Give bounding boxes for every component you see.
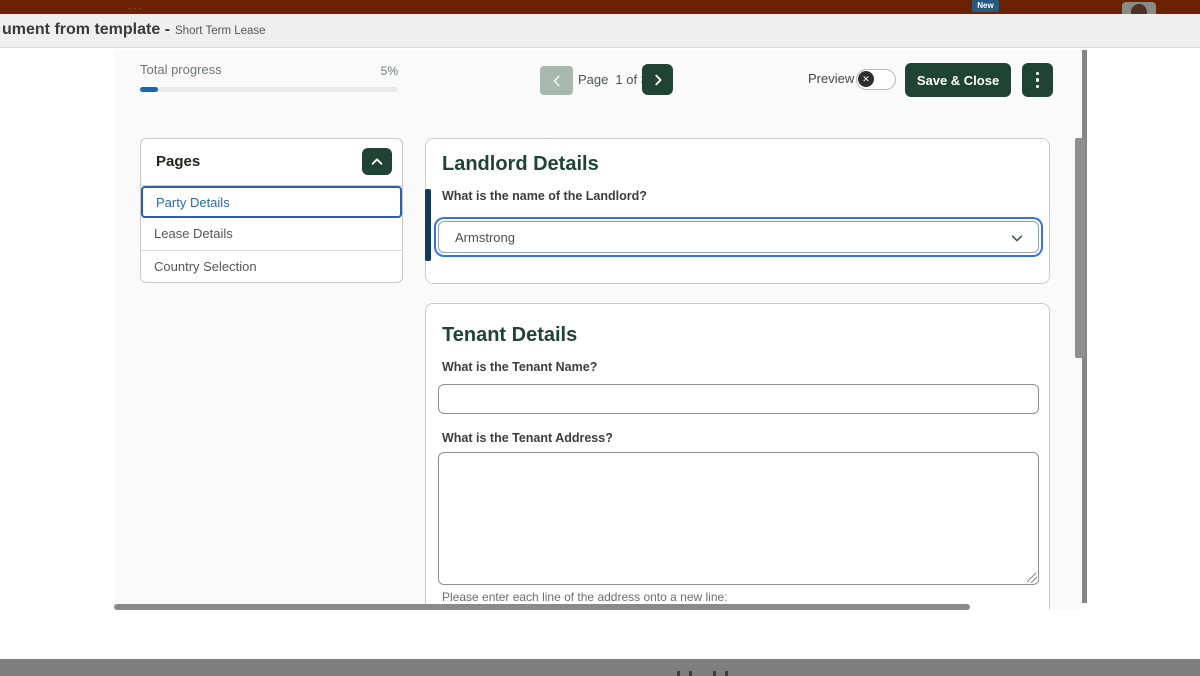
clipped-text-fragment <box>713 671 716 676</box>
pages-item-lease-details[interactable]: Lease Details <box>141 218 402 250</box>
tenant-address-question: What is the Tenant Address? <box>442 431 613 445</box>
progress-value: 5% <box>345 64 398 78</box>
kebab-dot <box>1036 72 1040 76</box>
preview-label: Preview <box>808 71 854 86</box>
save-close-label: Save & Close <box>917 73 999 88</box>
pages-item-country-selection[interactable]: Country Selection <box>141 251 402 283</box>
landlord-name-select[interactable]: Armstrong <box>438 221 1039 253</box>
progress-bar-fill <box>140 87 158 92</box>
kebab-dot <box>1036 78 1040 82</box>
page-indicator-label: Page <box>578 72 608 87</box>
avatar[interactable] <box>1122 2 1156 14</box>
pages-title: Pages <box>156 153 200 170</box>
chevron-left-icon <box>550 74 564 88</box>
chevron-down-icon <box>1010 231 1024 245</box>
vertical-scrollbar-thumb[interactable] <box>1075 138 1085 358</box>
avatar-image <box>1131 4 1147 14</box>
clipped-text-fragment <box>689 671 692 676</box>
active-question-indicator <box>425 189 431 261</box>
previous-page-button[interactable] <box>540 66 573 95</box>
tenant-address-textarea[interactable] <box>438 452 1039 585</box>
landlord-name-question: What is the name of the Landlord? <box>442 189 647 203</box>
preview-toggle[interactable]: ✕ <box>856 69 896 90</box>
new-badge: New <box>972 0 999 12</box>
bottom-band <box>0 659 1200 676</box>
browser-top-bar: ··· New <box>0 0 1200 14</box>
kebab-dot <box>1036 85 1040 89</box>
tenant-name-question: What is the Tenant Name? <box>442 360 597 374</box>
clipped-text-fragment <box>677 671 680 676</box>
landlord-details-section: Landlord Details What is the name of the… <box>425 138 1050 284</box>
collapse-pages-button[interactable] <box>362 148 392 175</box>
more-options-button[interactable] <box>1022 63 1053 97</box>
resize-handle-icon[interactable] <box>1027 573 1037 583</box>
tenant-details-section: Tenant Details What is the Tenant Name? … <box>425 303 1050 610</box>
page-title-main: ument from template - <box>2 21 170 38</box>
chevron-up-icon <box>370 155 384 169</box>
pages-item-party-details[interactable]: Party Details <box>141 186 402 218</box>
tenant-heading: Tenant Details <box>442 324 577 347</box>
progress-bar <box>140 87 398 92</box>
page-title-sub: Short Term Lease <box>175 25 266 37</box>
next-page-button[interactable] <box>642 64 673 95</box>
document-title-bar: ument from template - Short Term Lease <box>0 14 1200 48</box>
landlord-heading: Landlord Details <box>442 153 599 176</box>
page-indicator: Page1 of 3 <box>578 72 648 87</box>
landlord-name-select-value: Armstrong <box>455 230 515 245</box>
tenant-address-hint: Please enter each line of the address on… <box>442 590 728 604</box>
overflow-dots-icon: ··· <box>128 6 144 12</box>
save-close-button[interactable]: Save & Close <box>905 63 1011 97</box>
toggle-off-icon: ✕ <box>858 71 874 87</box>
progress-label: Total progress <box>140 62 222 77</box>
clipped-text-fragment <box>725 671 728 676</box>
pages-navigator: Pages Party Details Lease Details Countr… <box>140 138 403 283</box>
questionnaire-panel: Total progress 5% Page1 of 3 Preview ✕ S… <box>115 50 1082 610</box>
page-title: ument from template - Short Term Lease <box>2 21 266 39</box>
pages-header: Pages <box>141 139 402 186</box>
chevron-right-icon <box>651 73 665 87</box>
tenant-name-input[interactable] <box>438 384 1039 414</box>
horizontal-scrollbar-thumb[interactable] <box>114 604 970 610</box>
